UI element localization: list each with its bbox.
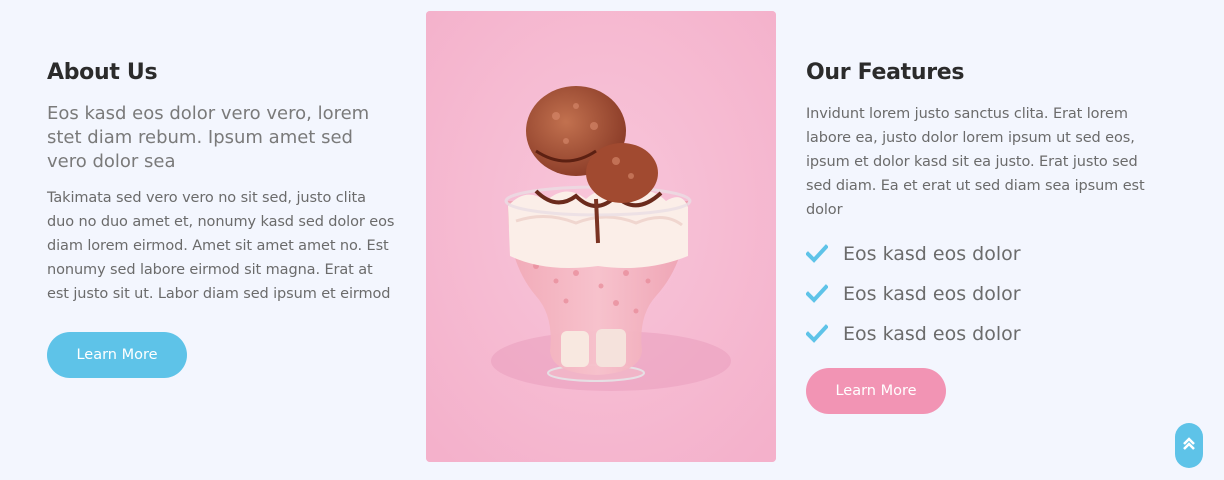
- double-chevron-up-icon: [1183, 436, 1195, 455]
- feature-label: Eos kasd eos dolor: [843, 283, 1021, 305]
- feature-label: Eos kasd eos dolor: [843, 243, 1021, 265]
- about-learn-more-button[interactable]: Learn More: [47, 332, 187, 378]
- feature-label: Eos kasd eos dolor: [843, 323, 1021, 345]
- about-lead: Eos kasd eos dolor vero vero, lorem stet…: [47, 103, 370, 172]
- features-learn-more-button[interactable]: Learn More: [806, 368, 946, 414]
- about-body: Takimata sed vero vero no sit sed, justo…: [47, 190, 395, 302]
- check-icon: [806, 283, 828, 305]
- check-icon: [806, 243, 828, 265]
- features-list: Eos kasd eos dolor Eos kasd eos dolor Eo…: [806, 234, 1166, 354]
- check-icon: [806, 323, 828, 345]
- feature-item: Eos kasd eos dolor: [806, 274, 1166, 314]
- ice-cream-image: [426, 11, 776, 462]
- about-section: About Us Eos kasd eos dolor vero vero, l…: [47, 58, 397, 378]
- about-title: About Us: [47, 60, 158, 85]
- features-body: Invidunt lorem justo sanctus clita. Erat…: [806, 106, 1145, 218]
- feature-item: Eos kasd eos dolor: [806, 234, 1166, 274]
- features-section: Our Features Invidunt lorem justo sanctu…: [806, 58, 1166, 414]
- back-to-top-button[interactable]: [1175, 423, 1203, 468]
- features-title: Our Features: [806, 60, 965, 85]
- feature-item: Eos kasd eos dolor: [806, 314, 1166, 354]
